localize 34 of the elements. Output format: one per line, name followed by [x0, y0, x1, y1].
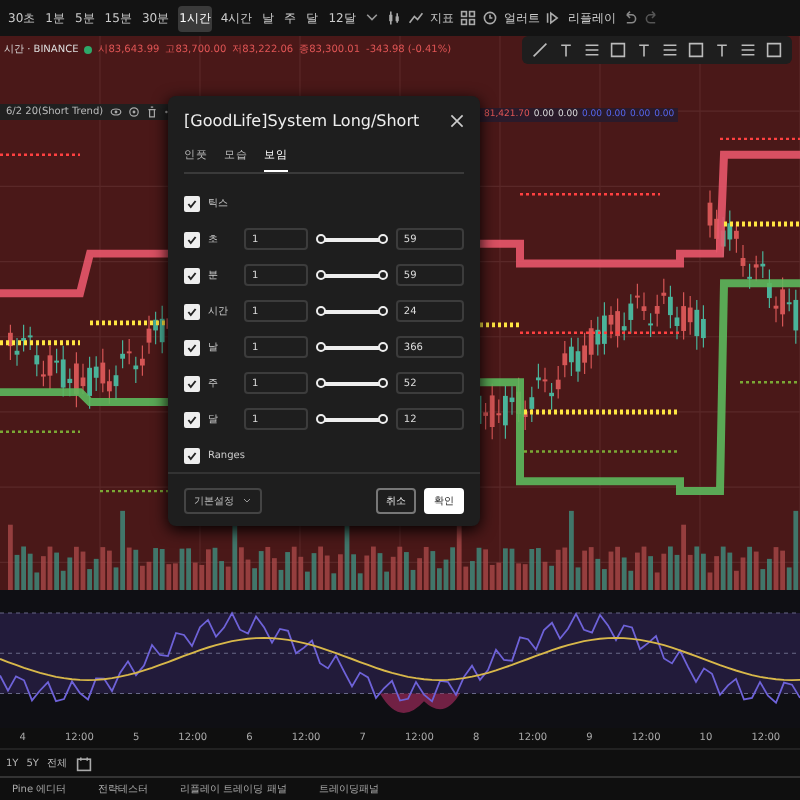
- undo-icon[interactable]: [621, 10, 638, 26]
- drawing-tool-icon[interactable]: [558, 42, 574, 58]
- checkbox[interactable]: [184, 231, 200, 247]
- candle-icon[interactable]: [385, 10, 402, 26]
- checkbox[interactable]: [184, 303, 200, 319]
- checkbox[interactable]: [184, 195, 200, 211]
- drawing-tool-icon[interactable]: [584, 42, 600, 58]
- drawing-tool-icon[interactable]: [714, 42, 730, 58]
- drawing-tool-icon[interactable]: [662, 42, 678, 58]
- status-dot: [84, 45, 93, 53]
- checkbox[interactable]: [184, 411, 200, 427]
- alarm-icon[interactable]: [481, 10, 498, 26]
- drawing-tool-icon[interactable]: [610, 42, 626, 58]
- caret-icon[interactable]: [363, 10, 380, 26]
- calendar-icon[interactable]: [75, 755, 91, 771]
- checkbox[interactable]: [184, 267, 200, 283]
- drawing-tool-icon[interactable]: [636, 42, 652, 58]
- drawing-tool-icon[interactable]: [532, 42, 548, 58]
- settings-icon[interactable]: [127, 106, 140, 118]
- grid-icon[interactable]: [459, 10, 476, 26]
- trash-icon[interactable]: [145, 106, 158, 118]
- drawing-tool-icon[interactable]: [688, 42, 704, 58]
- dialog-title: [GoodLife]System Long/Short: [184, 111, 422, 129]
- checkbox[interactable]: [184, 447, 200, 463]
- oversold-area: [380, 693, 460, 713]
- replay-icon[interactable]: [545, 10, 562, 26]
- checkbox[interactable]: [184, 339, 200, 355]
- checkbox[interactable]: [184, 375, 200, 391]
- redo-icon[interactable]: [643, 10, 660, 26]
- close-icon[interactable]: [450, 113, 464, 127]
- indicator-icon[interactable]: [407, 10, 424, 26]
- drawing-tool-icon[interactable]: [766, 42, 782, 58]
- drawing-tool-icon[interactable]: [740, 42, 756, 58]
- eye-icon[interactable]: [109, 106, 122, 118]
